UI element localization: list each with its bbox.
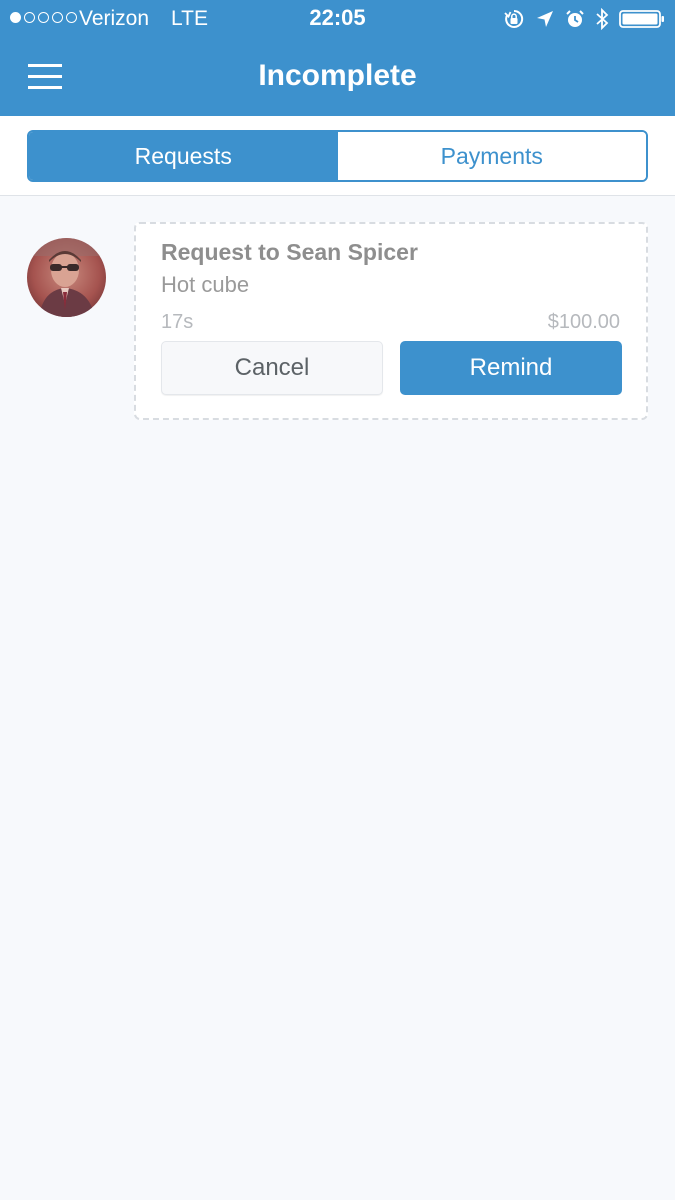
request-amount: $100.00 bbox=[547, 311, 620, 333]
status-icons bbox=[503, 8, 665, 30]
alarm-clock-icon bbox=[565, 9, 585, 29]
page-title: Incomplete bbox=[258, 59, 417, 92]
avatar bbox=[27, 238, 106, 317]
bluetooth-icon bbox=[595, 8, 609, 30]
segment-bar: Requests Payments bbox=[0, 116, 675, 196]
segmented-control: Requests Payments bbox=[27, 130, 648, 182]
remind-button[interactable]: Remind bbox=[400, 341, 622, 395]
request-title: Request to Sean Spicer bbox=[161, 239, 418, 265]
orientation-lock-icon bbox=[503, 8, 525, 30]
cancel-button[interactable]: Cancel bbox=[161, 341, 383, 395]
battery-icon bbox=[619, 9, 665, 29]
tab-requests[interactable]: Requests bbox=[29, 132, 338, 180]
tab-payments[interactable]: Payments bbox=[337, 132, 646, 180]
header: Verizon LTE 22:05 Incomplete bbox=[0, 0, 675, 116]
status-bar: Verizon LTE 22:05 bbox=[0, 0, 675, 38]
nav-bar: Incomplete bbox=[0, 38, 675, 116]
request-time-ago: 17s bbox=[161, 311, 194, 333]
location-arrow-icon bbox=[535, 9, 555, 29]
request-note: Hot cube bbox=[161, 272, 250, 297]
app-screen: Verizon LTE 22:05 Incomplete Requests Pa… bbox=[0, 0, 675, 1200]
request-card: Request to Sean Spicer Hot cube 17s $100… bbox=[134, 222, 648, 420]
